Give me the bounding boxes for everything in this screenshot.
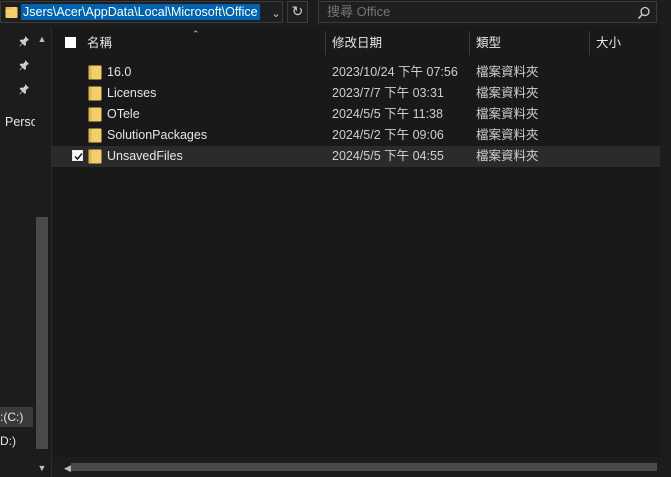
nav-item-personal[interactable]: Perso xyxy=(5,115,38,129)
file-type: 檔案資料夾 xyxy=(476,128,539,142)
folder-icon xyxy=(88,107,102,122)
column-separator[interactable] xyxy=(589,31,590,55)
list-item-selected[interactable]: UnsavedFiles 2024/5/5 下午 04:55 檔案資料夾 xyxy=(52,146,664,167)
file-list: ⌃ 名稱 修改日期 類型 大小 16.0 2023/10/24 下午 07:56… xyxy=(52,27,671,477)
refresh-button[interactable]: ↻ xyxy=(287,1,308,23)
file-name[interactable]: SolutionPackages xyxy=(107,125,207,146)
file-date: 2024/5/5 下午 04:55 xyxy=(332,149,444,163)
row-checkbox[interactable] xyxy=(72,150,83,161)
folder-icon xyxy=(88,149,102,164)
refresh-icon: ↻ xyxy=(291,3,304,19)
scroll-down-icon[interactable]: ▼ xyxy=(36,463,48,473)
nav-scrollbar-thumb[interactable] xyxy=(36,217,48,449)
list-item[interactable]: Licenses 2023/7/7 下午 03:31 檔案資料夾 xyxy=(52,83,664,104)
list-item[interactable]: OTele 2024/5/5 下午 11:38 檔案資料夾 xyxy=(52,104,664,125)
search-icon[interactable] xyxy=(637,6,651,20)
navigation-pane: Perso :(C:) D:) ▲ ▼ xyxy=(0,27,51,477)
folder-icon xyxy=(88,65,102,80)
file-name[interactable]: UnsavedFiles xyxy=(107,146,183,167)
address-path-text[interactable]: Jsers\Acer\AppData\Local\Microsoft\Offic… xyxy=(21,4,260,20)
file-name[interactable]: Licenses xyxy=(107,83,156,104)
chevron-down-icon[interactable]: ⌄ xyxy=(269,4,282,22)
top-bar: Jsers\Acer\AppData\Local\Microsoft\Offic… xyxy=(0,0,671,27)
column-separator[interactable] xyxy=(325,31,326,55)
file-type: 檔案資料夾 xyxy=(476,86,539,100)
sort-ascending-icon: ⌃ xyxy=(192,29,200,39)
file-name[interactable]: 16.0 xyxy=(107,62,131,83)
list-vertical-scrollbar[interactable] xyxy=(660,27,671,457)
list-item[interactable]: 16.0 2023/10/24 下午 07:56 檔案資料夾 xyxy=(52,62,664,83)
select-all-checkbox[interactable] xyxy=(65,37,76,48)
file-date: 2024/5/5 下午 11:38 xyxy=(332,107,443,121)
folder-icon xyxy=(88,86,102,101)
address-bar[interactable]: Jsers\Acer\AppData\Local\Microsoft\Offic… xyxy=(0,1,283,23)
file-date: 2023/10/24 下午 07:56 xyxy=(332,65,458,79)
column-header-date[interactable]: 修改日期 xyxy=(332,27,382,59)
pin-icon[interactable] xyxy=(19,36,29,47)
column-header-name[interactable]: 名稱 xyxy=(87,27,112,59)
file-date: 2023/7/7 下午 03:31 xyxy=(332,86,444,100)
horizontal-scrollbar-thumb[interactable] xyxy=(71,463,657,471)
scroll-up-icon[interactable]: ▲ xyxy=(36,34,48,44)
column-header-row: ⌃ 名稱 修改日期 類型 大小 xyxy=(52,27,671,59)
search-input[interactable] xyxy=(327,2,627,22)
checkmark-icon xyxy=(74,153,83,161)
column-separator[interactable] xyxy=(469,31,470,55)
column-header-size[interactable]: 大小 xyxy=(596,27,621,59)
list-item[interactable]: SolutionPackages 2024/5/2 下午 09:06 檔案資料夾 xyxy=(52,125,664,146)
folder-icon xyxy=(5,7,18,18)
scroll-left-icon[interactable]: ◀ xyxy=(64,463,71,474)
file-name[interactable]: OTele xyxy=(107,104,140,125)
list-horizontal-scrollbar[interactable]: ◀ xyxy=(52,457,671,477)
file-date: 2024/5/2 下午 09:06 xyxy=(332,128,444,142)
file-type: 檔案資料夾 xyxy=(476,149,539,163)
file-type: 檔案資料夾 xyxy=(476,65,539,79)
column-header-type[interactable]: 類型 xyxy=(476,27,501,59)
search-box[interactable] xyxy=(318,1,657,23)
pin-icon[interactable] xyxy=(19,84,29,95)
folder-icon xyxy=(88,128,102,143)
nav-item-drive-d-label[interactable]: D:) xyxy=(0,434,16,448)
scrollbar-corner xyxy=(660,457,671,477)
nav-item-drive-c-label[interactable]: :(C:) xyxy=(0,410,23,424)
pin-icon[interactable] xyxy=(19,60,29,71)
file-type: 檔案資料夾 xyxy=(476,107,539,121)
